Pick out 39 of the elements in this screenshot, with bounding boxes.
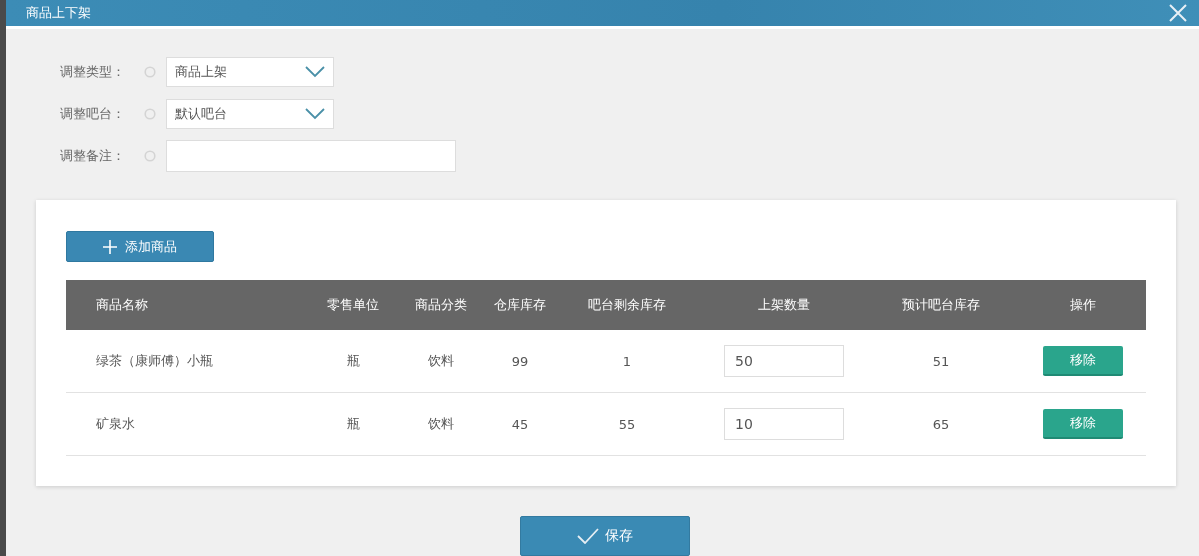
close-icon[interactable] — [1169, 4, 1187, 22]
table-cell: 瓶 — [315, 330, 391, 393]
table-cell: 瓶 — [315, 392, 391, 456]
circle-icon — [144, 108, 156, 120]
column-header: 商品分类 — [391, 280, 491, 330]
chevron-down-icon — [305, 66, 325, 78]
column-header: 零售单位 — [315, 280, 391, 330]
select-field[interactable]: 商品上架 — [166, 57, 334, 87]
table-cell: 65 — [863, 392, 1019, 456]
field-label: 调整备注： — [60, 147, 126, 165]
table-cell: 55 — [549, 392, 705, 456]
chevron-down-icon — [305, 108, 325, 120]
checkmark-icon — [577, 528, 599, 544]
save-button[interactable]: 保存 — [520, 516, 690, 556]
table-cell: 45 — [491, 392, 549, 456]
column-header: 吧台剩余库存 — [549, 280, 705, 330]
circle-icon — [144, 66, 156, 78]
quantity-field[interactable]: 50 — [724, 345, 844, 377]
column-header: 操作 — [1019, 280, 1146, 330]
dialog-title: 商品上下架 — [26, 4, 91, 22]
input-field[interactable] — [166, 140, 456, 172]
table-cell: 饮料 — [391, 392, 491, 456]
field-label: 调整吧台： — [60, 105, 126, 123]
plus-icon — [103, 239, 117, 254]
table-cell: 绿茶（康师傅）小瓶 — [66, 330, 315, 393]
add-button[interactable]: 添加商品 — [66, 231, 214, 262]
table-cell: 99 — [491, 330, 549, 393]
field-label: 调整类型： — [60, 63, 126, 81]
table-cell: 矿泉水 — [66, 392, 315, 456]
table-cell: 1 — [549, 330, 705, 393]
table-cell: 51 — [863, 330, 1019, 393]
select-field[interactable]: 默认吧台 — [166, 99, 334, 129]
table-cell: 饮料 — [391, 330, 491, 393]
column-header: 仓库库存 — [491, 280, 549, 330]
quantity-field[interactable]: 10 — [724, 408, 844, 440]
circle-icon — [144, 150, 156, 162]
column-header: 上架数量 — [705, 280, 863, 330]
column-header: 预计吧台库存 — [863, 280, 1019, 330]
column-header: 商品名称 — [66, 280, 315, 330]
